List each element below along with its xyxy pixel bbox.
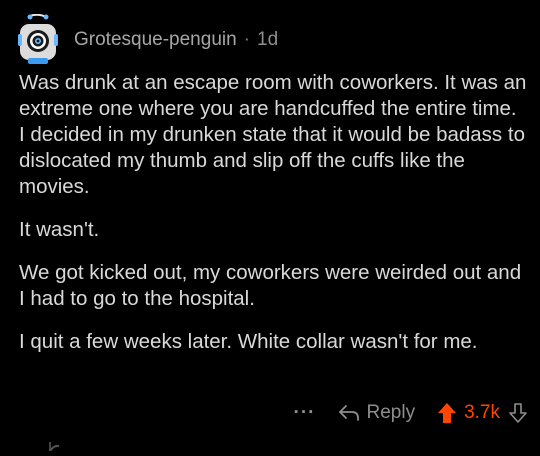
comment-header: Grotesque-penguin · 1d bbox=[14, 14, 278, 66]
upvote-arrow-icon[interactable] bbox=[437, 402, 457, 424]
next-comment-thread-line bbox=[48, 438, 60, 452]
more-options-button[interactable]: ··· bbox=[294, 402, 316, 424]
meta-separator: · bbox=[243, 29, 250, 50]
downvote-arrow-icon[interactable] bbox=[508, 402, 528, 424]
vote-score: 3.7k bbox=[464, 402, 500, 423]
comment-age: 1d bbox=[257, 29, 279, 50]
comment-paragraph: It wasn't. bbox=[19, 218, 100, 241]
comment-paragraph: Was drunk at an escape room with coworke… bbox=[19, 71, 527, 198]
avatar[interactable] bbox=[14, 14, 62, 66]
vote-controls: 3.7k bbox=[437, 402, 528, 424]
reply-arrow-icon bbox=[338, 405, 359, 421]
comment-paragraph: We got kicked out, my coworkers were wei… bbox=[19, 261, 522, 310]
reply-button[interactable]: Reply bbox=[338, 402, 416, 424]
comment-paragraph: I quit a few weeks later. White collar w… bbox=[19, 330, 478, 353]
username-link[interactable]: Grotesque-penguin bbox=[74, 29, 237, 51]
comment-body: Was drunk at an escape room with coworke… bbox=[19, 70, 527, 372]
comment: Grotesque-penguin · 1d Was drunk at an e… bbox=[0, 0, 540, 452]
comment-meta: Grotesque-penguin · 1d bbox=[74, 29, 278, 51]
reply-label: Reply bbox=[366, 402, 416, 423]
comment-actions: ··· Reply 3.7k bbox=[294, 398, 528, 428]
